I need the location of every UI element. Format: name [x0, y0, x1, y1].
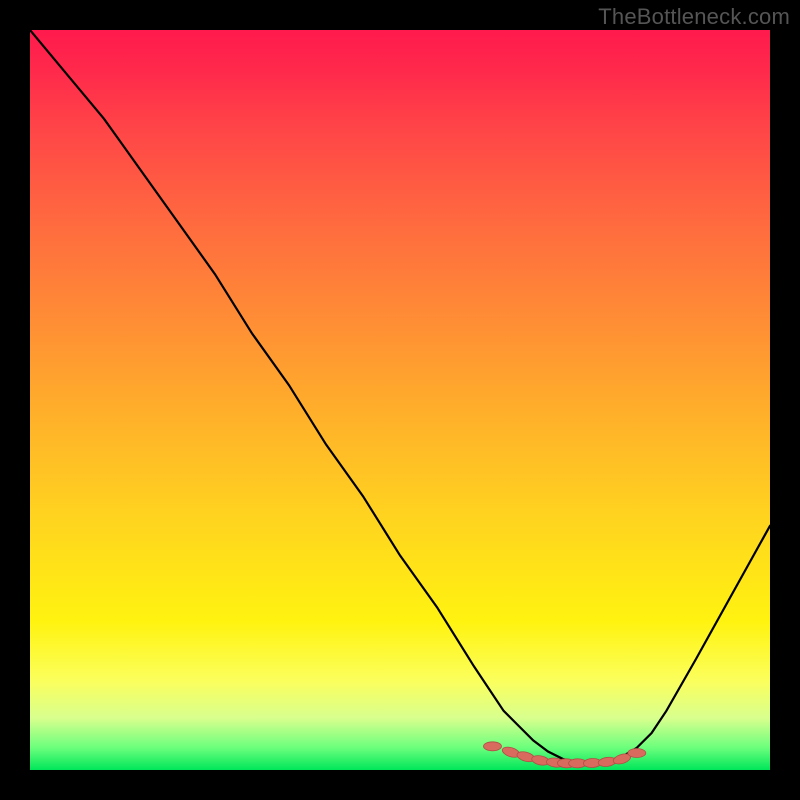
curve-layer [30, 30, 770, 770]
optimal-band-markers [484, 742, 646, 768]
bottleneck-curve [30, 30, 770, 763]
plot-area [30, 30, 770, 770]
chart-frame: TheBottleneck.com [0, 0, 800, 800]
marker-dot [628, 749, 646, 758]
marker-dot [484, 742, 502, 751]
watermark-text: TheBottleneck.com [598, 4, 790, 30]
